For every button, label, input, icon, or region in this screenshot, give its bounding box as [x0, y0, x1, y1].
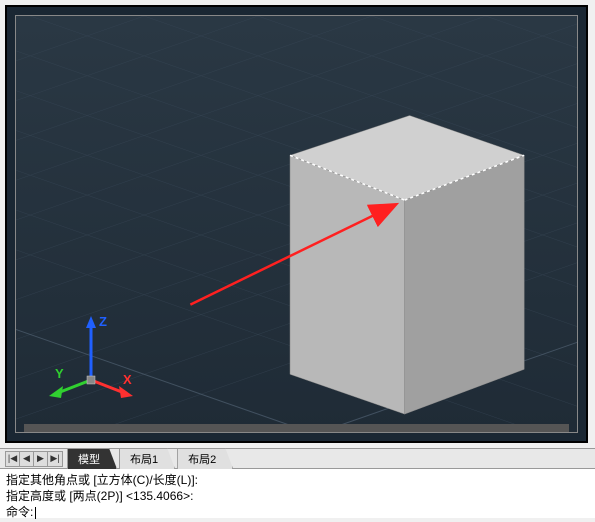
command-history-line: 指定其他角点或 [立方体(C)/长度(L)]: — [6, 472, 589, 488]
command-prompt: 命令: — [6, 504, 589, 520]
tab-nav-buttons: |◀ ◀ ▶ ▶| — [5, 451, 63, 467]
tab-nav-prev[interactable]: ◀ — [20, 452, 34, 466]
tab-layout1[interactable]: 布局1 — [119, 448, 175, 469]
text-cursor — [35, 507, 36, 519]
horizontal-scrollbar[interactable] — [24, 424, 569, 432]
command-history-line: 指定高度或 [两点(2P)] <135.4066>: — [6, 488, 589, 504]
svg-text:Y: Y — [55, 366, 64, 381]
tab-nav-first[interactable]: |◀ — [6, 452, 20, 466]
tab-nav-next[interactable]: ▶ — [34, 452, 48, 466]
svg-text:X: X — [123, 372, 132, 387]
svg-text:Z: Z — [99, 314, 107, 329]
viewport[interactable]: Z X Y — [15, 15, 578, 433]
layout-tabs-bar: |◀ ◀ ▶ ▶| 模型 布局1 布局2 — [0, 448, 595, 468]
tab-layout2[interactable]: 布局2 — [177, 448, 233, 469]
ucs-axis-widget: Z X Y — [41, 312, 141, 402]
tab-nav-last[interactable]: ▶| — [48, 452, 62, 466]
tab-model[interactable]: 模型 — [67, 448, 117, 469]
viewport-container: Z X Y — [5, 5, 588, 443]
command-line-area[interactable]: 指定其他角点或 [立方体(C)/长度(L)]: 指定高度或 [两点(2P)] <… — [0, 468, 595, 518]
